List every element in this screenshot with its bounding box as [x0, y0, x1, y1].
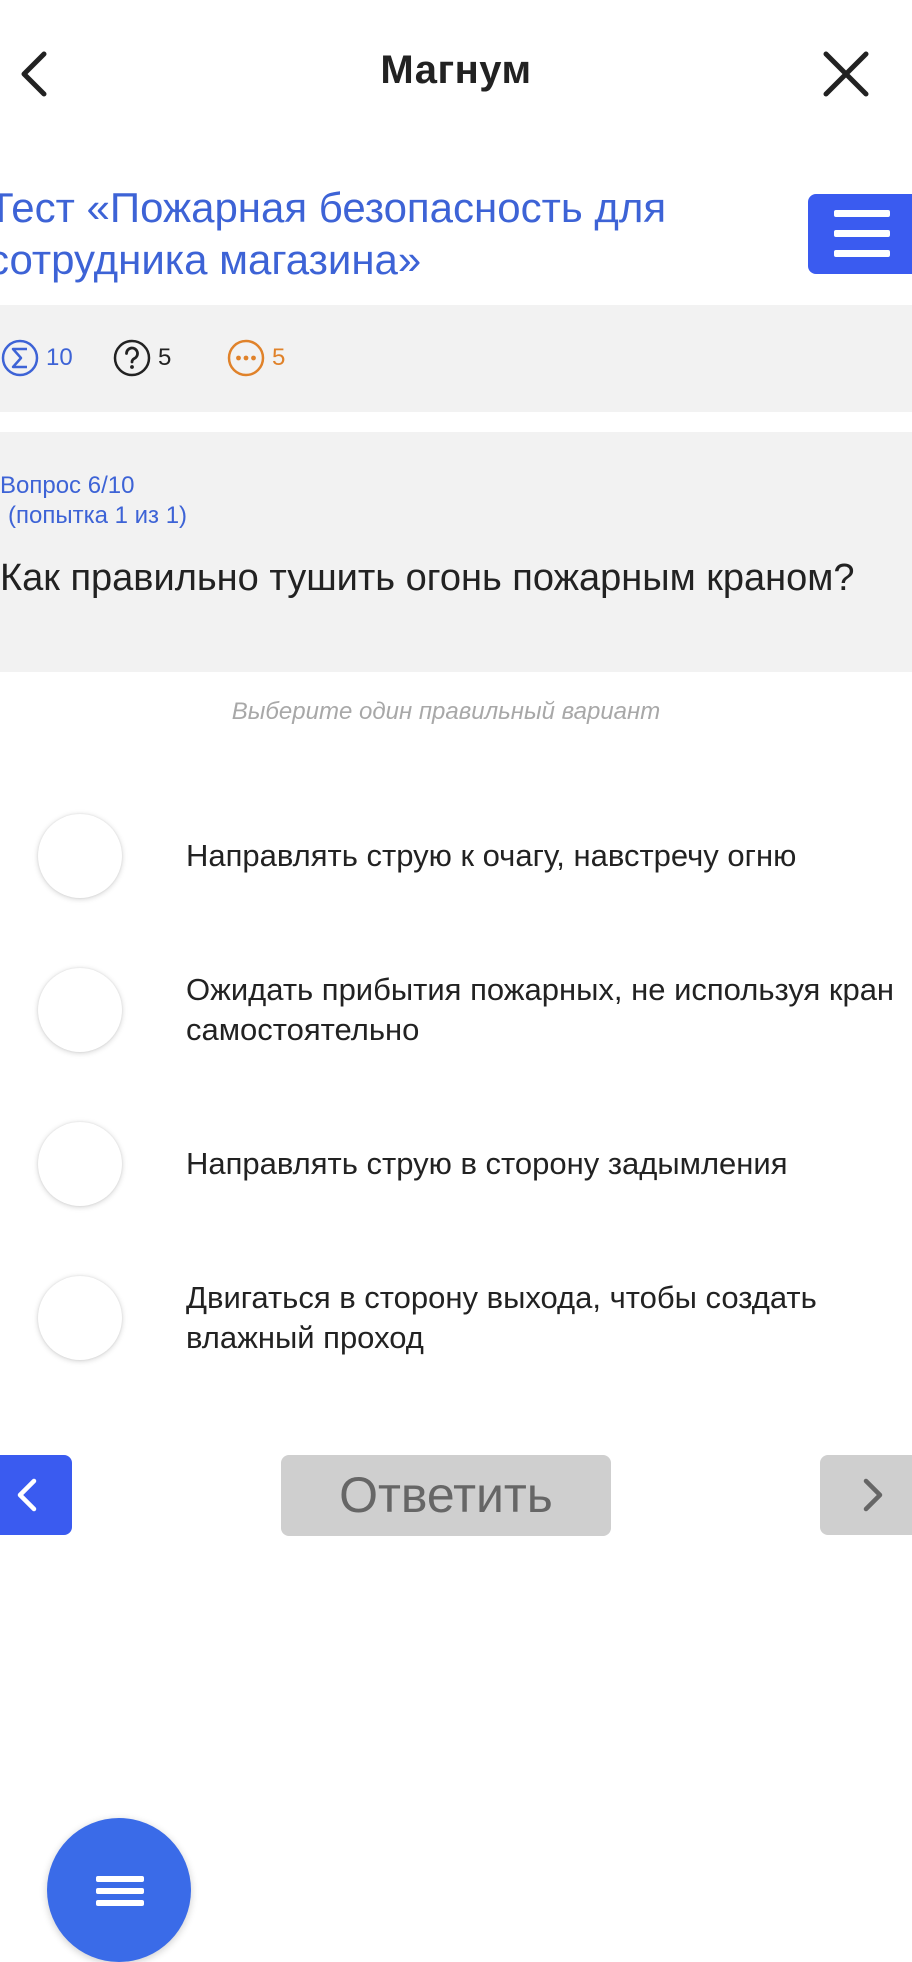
- stat-pending-value: 5: [272, 344, 286, 371]
- radio-button[interactable]: [38, 814, 122, 898]
- stat-total: 10: [0, 337, 73, 379]
- chevron-right-icon: [863, 1478, 883, 1512]
- previous-question-button[interactable]: [0, 1455, 72, 1535]
- answer-option[interactable]: Ожидать прибытия пожарных, не используя …: [0, 950, 912, 1070]
- top-bar: Магнум: [0, 0, 912, 145]
- hamburger-icon: [96, 1876, 144, 1882]
- close-icon[interactable]: [818, 46, 874, 102]
- question-number: Вопрос 6/10: [0, 472, 135, 499]
- answer-option[interactable]: Направлять струю к очагу, навстречу огню: [0, 796, 912, 916]
- attempt-info: (попытка 1 из 1): [8, 502, 188, 529]
- answer-option[interactable]: Направлять струю в сторону задымления: [0, 1104, 912, 1224]
- question-text: Как правильно тушить огонь пожарным кран…: [0, 557, 855, 599]
- radio-button[interactable]: [38, 1276, 122, 1360]
- option-label: Направлять струю в сторону задымления: [186, 1146, 788, 1181]
- answer-hint: Выберите один правильный вариант: [231, 698, 661, 725]
- option-label: Направлять струю к очагу, навстречу огню: [186, 838, 797, 873]
- option-label: Ожидать прибытия пожарных, не используя …: [186, 972, 895, 1047]
- more-dots-icon: [227, 339, 265, 377]
- stat-pending: 5: [226, 337, 285, 379]
- test-title: Тест «Пожарная безопасность для сотрудни…: [0, 184, 667, 283]
- sigma-icon: [1, 339, 39, 377]
- stat-total-value: 10: [46, 344, 73, 371]
- chevron-left-icon: [17, 1478, 37, 1512]
- radio-button[interactable]: [38, 1122, 122, 1206]
- app-title: Магнум: [380, 48, 532, 92]
- radio-button[interactable]: [38, 968, 122, 1052]
- answer-button[interactable]: Ответить: [281, 1455, 611, 1536]
- answer-option[interactable]: Двигаться в сторону выхода, чтобы создат…: [0, 1258, 912, 1378]
- next-question-button[interactable]: [820, 1455, 912, 1535]
- stat-unanswered: 5: [112, 337, 171, 379]
- stats-bar: 10 5 5: [0, 305, 912, 412]
- option-label: Двигаться в сторону выхода, чтобы создат…: [186, 1280, 817, 1355]
- floating-menu-button[interactable]: [47, 1818, 191, 1962]
- question-box: Вопрос 6/10 (попытка 1 из 1) Как правиль…: [0, 432, 912, 672]
- menu-icon: [834, 210, 890, 217]
- menu-button[interactable]: [808, 194, 912, 274]
- question-circle-icon: [113, 339, 151, 377]
- stat-unanswered-value: 5: [158, 344, 172, 371]
